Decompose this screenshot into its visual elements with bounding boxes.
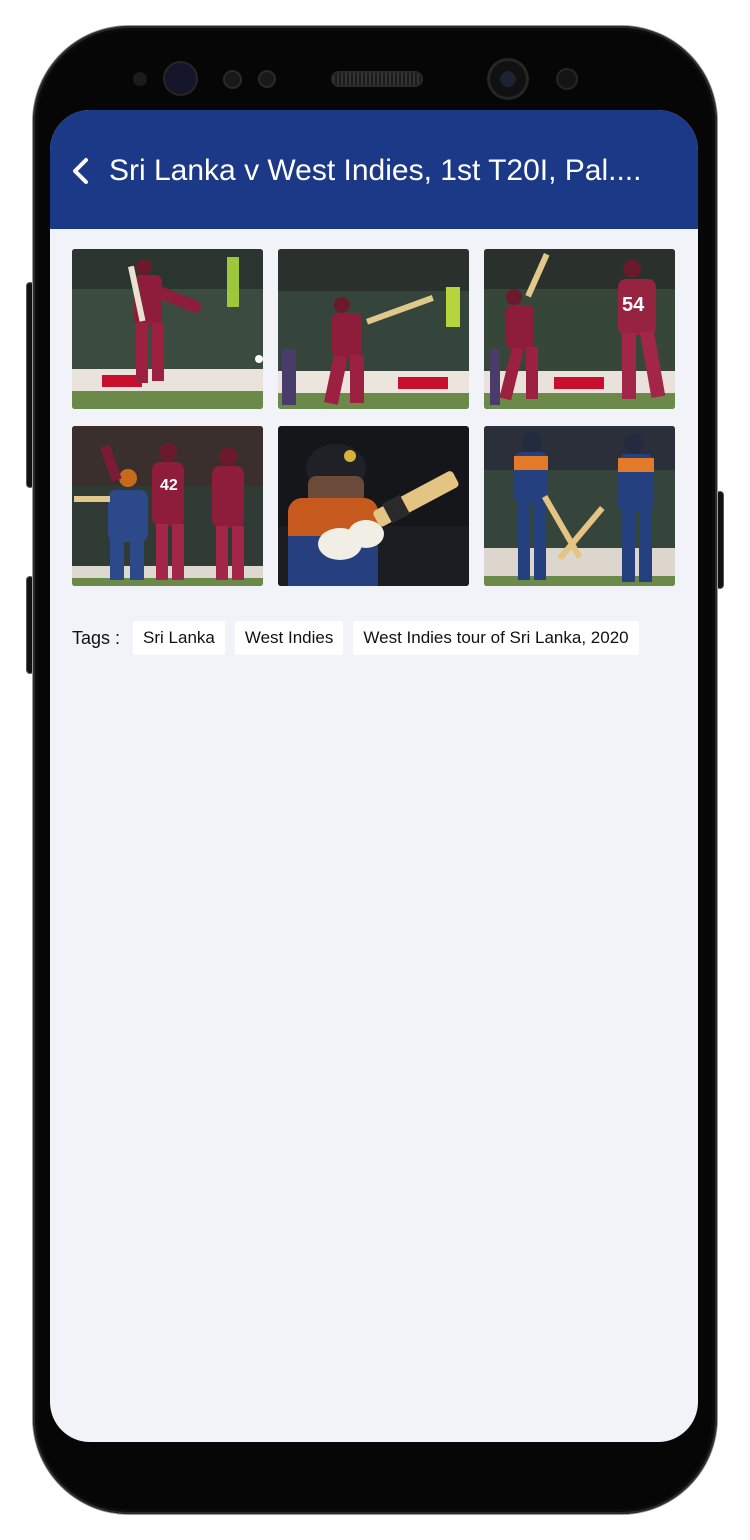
photo-thumbnail[interactable]	[278, 426, 469, 586]
sensor-dot	[260, 72, 274, 86]
iris-scanner-icon	[165, 63, 196, 94]
photo-thumbnail[interactable]: 54	[484, 249, 675, 409]
earpiece-speaker	[333, 73, 421, 85]
photo-thumbnail[interactable]: 42	[72, 426, 263, 586]
app-screen: Sri Lanka v West Indies, 1st T20I, Pal..…	[50, 110, 698, 1442]
chevron-left-icon[interactable]	[70, 156, 94, 186]
device-stage: Sri Lanka v West Indies, 1st T20I, Pal..…	[0, 0, 750, 1540]
svg-text:54: 54	[622, 294, 645, 316]
tag-west-indies[interactable]: West Indies	[234, 621, 344, 655]
photo-thumbnail[interactable]	[484, 426, 675, 586]
page-title: Sri Lanka v West Indies, 1st T20I, Pal..…	[109, 154, 642, 187]
front-camera-icon	[490, 61, 526, 97]
tag-sri-lanka[interactable]: Sri Lanka	[133, 621, 225, 655]
svg-text:42: 42	[160, 477, 178, 494]
photo-thumbnail[interactable]	[278, 249, 469, 409]
proximity-sensor	[133, 72, 147, 86]
power-button	[717, 492, 723, 588]
camera-sensor	[558, 70, 576, 88]
tags-row: Tags : Sri Lanka West Indies West Indies…	[72, 621, 649, 655]
light-sensor	[225, 72, 240, 87]
tag-west-indies-tour[interactable]: West Indies tour of Sri Lanka, 2020	[353, 621, 639, 655]
photo-thumbnail[interactable]	[72, 249, 263, 409]
app-header: Sri Lanka v West Indies, 1st T20I, Pal..…	[50, 110, 698, 229]
tags-label: Tags :	[72, 627, 121, 648]
